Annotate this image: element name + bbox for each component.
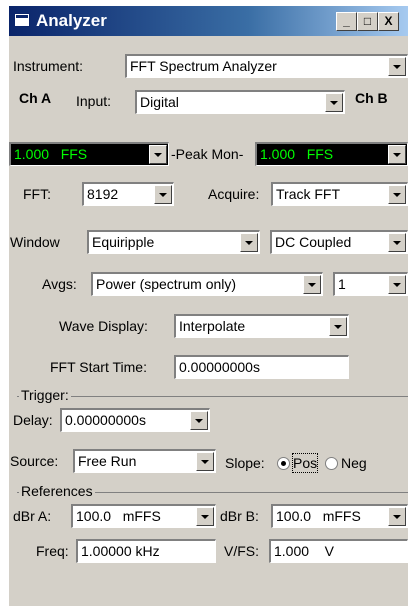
chevron-down-icon[interactable]	[388, 507, 406, 526]
references-group-label: References	[19, 482, 95, 500]
fft-size-value: 8192	[87, 186, 119, 202]
fft-start-time-value: 0.00000000s	[179, 359, 260, 375]
analyzer-window: Analyzer _ □ X Instrument: FFT Spectrum …	[7, 4, 408, 606]
minimize-button[interactable]: _	[336, 12, 357, 31]
slope-label: Slope:	[225, 455, 265, 471]
dbr-b-value: 100.0 mFFS	[276, 508, 361, 524]
title-bar[interactable]: Analyzer _ □ X	[9, 6, 408, 36]
fft-start-time-field[interactable]: 0.00000000s	[174, 355, 349, 379]
avgs-mode-value: Power (spectrum only)	[96, 276, 237, 292]
coupling-select[interactable]: DC Coupled	[270, 230, 408, 254]
acquire-select[interactable]: Track FFT	[271, 182, 408, 206]
delay-value: 0.00000000s	[65, 412, 146, 428]
slope-neg-radio[interactable]	[325, 457, 338, 470]
chevron-down-icon[interactable]	[154, 185, 172, 204]
chevron-down-icon[interactable]	[388, 145, 406, 164]
window-label: Window	[10, 234, 60, 250]
dbr-a-select[interactable]: 100.0 mFFS	[71, 504, 216, 528]
delay-label: Delay:	[13, 412, 53, 428]
window-function-select[interactable]: Equiripple	[87, 230, 260, 254]
chevron-down-icon[interactable]	[388, 275, 406, 294]
maximize-button[interactable]: □	[357, 12, 378, 31]
avgs-mode-select[interactable]: Power (spectrum only)	[91, 272, 323, 296]
delay-select[interactable]: 0.00000000s	[60, 408, 210, 432]
fft-size-select[interactable]: 8192	[82, 182, 174, 206]
wave-display-select[interactable]: Interpolate	[174, 314, 349, 338]
window-title: Analyzer	[36, 11, 107, 30]
window-icon	[14, 13, 30, 27]
radio-selected-dot	[281, 461, 286, 466]
dbr-b-label: dBr B:	[220, 508, 259, 524]
vfs-field[interactable]: 1.000 V	[269, 539, 408, 563]
avgs-label: Avgs:	[42, 276, 77, 292]
dbr-a-value: 100.0 mFFS	[76, 508, 161, 524]
chevron-down-icon[interactable]	[190, 411, 208, 430]
chevron-down-icon[interactable]	[388, 185, 406, 204]
ch-b-level-value: 1.000 FFS	[260, 146, 334, 162]
ch-a-level-value: 1.000 FFS	[14, 146, 88, 162]
wave-display-label: Wave Display:	[59, 318, 148, 334]
chevron-down-icon[interactable]	[240, 233, 258, 252]
chevron-down-icon[interactable]	[149, 145, 167, 164]
input-select[interactable]: Digital	[135, 90, 345, 114]
slope-pos-radio[interactable]	[277, 457, 290, 470]
chevron-down-icon[interactable]	[329, 317, 347, 336]
fft-label: FFT:	[23, 186, 51, 202]
chevron-down-icon[interactable]	[303, 275, 321, 294]
slope-neg-label[interactable]: Neg	[341, 454, 367, 472]
input-label: Input:	[76, 93, 112, 109]
input-value: Digital	[140, 94, 179, 110]
chevron-down-icon[interactable]	[325, 93, 343, 112]
trigger-group	[17, 396, 408, 398]
ch-b-label: Ch B	[355, 90, 388, 106]
acquire-label: Acquire:	[208, 186, 260, 202]
ch-a-level-select[interactable]: 1.000 FFS	[9, 142, 169, 166]
window-function-value: Equiripple	[92, 234, 155, 250]
vfs-label: V/FS:	[224, 543, 260, 559]
acquire-value: Track FFT	[276, 186, 341, 202]
dbr-a-label: dBr A:	[13, 508, 52, 524]
chevron-down-icon[interactable]	[388, 57, 406, 76]
avgs-count-value: 1	[338, 276, 346, 292]
freq-label: Freq:	[36, 543, 69, 559]
trigger-group-label: Trigger:	[19, 386, 71, 404]
vfs-value: 1.000 V	[274, 543, 334, 559]
instrument-label: Instrument:	[13, 58, 84, 74]
fft-start-time-label: FFT Start Time:	[50, 359, 147, 375]
slope-pos-label[interactable]: Pos	[291, 453, 319, 473]
coupling-value: DC Coupled	[275, 234, 352, 250]
source-label: Source:	[10, 453, 59, 469]
peak-mon-label: -Peak Mon-	[171, 146, 244, 162]
chevron-down-icon[interactable]	[196, 507, 214, 526]
source-value: Free Run	[78, 453, 137, 469]
ch-a-label: Ch A	[19, 90, 52, 106]
chevron-down-icon[interactable]	[196, 452, 214, 471]
instrument-value: FFT Spectrum Analyzer	[130, 58, 277, 74]
close-button[interactable]: X	[378, 12, 399, 31]
avgs-count-select[interactable]: 1	[333, 272, 408, 296]
freq-field[interactable]: 1.00000 kHz	[76, 539, 216, 563]
source-select[interactable]: Free Run	[73, 449, 216, 473]
instrument-select[interactable]: FFT Spectrum Analyzer	[125, 54, 408, 78]
freq-value: 1.00000 kHz	[81, 543, 160, 559]
ch-b-level-select[interactable]: 1.000 FFS	[255, 142, 408, 166]
dbr-b-select[interactable]: 100.0 mFFS	[271, 504, 408, 528]
wave-display-value: Interpolate	[179, 318, 246, 334]
chevron-down-icon[interactable]	[388, 233, 406, 252]
